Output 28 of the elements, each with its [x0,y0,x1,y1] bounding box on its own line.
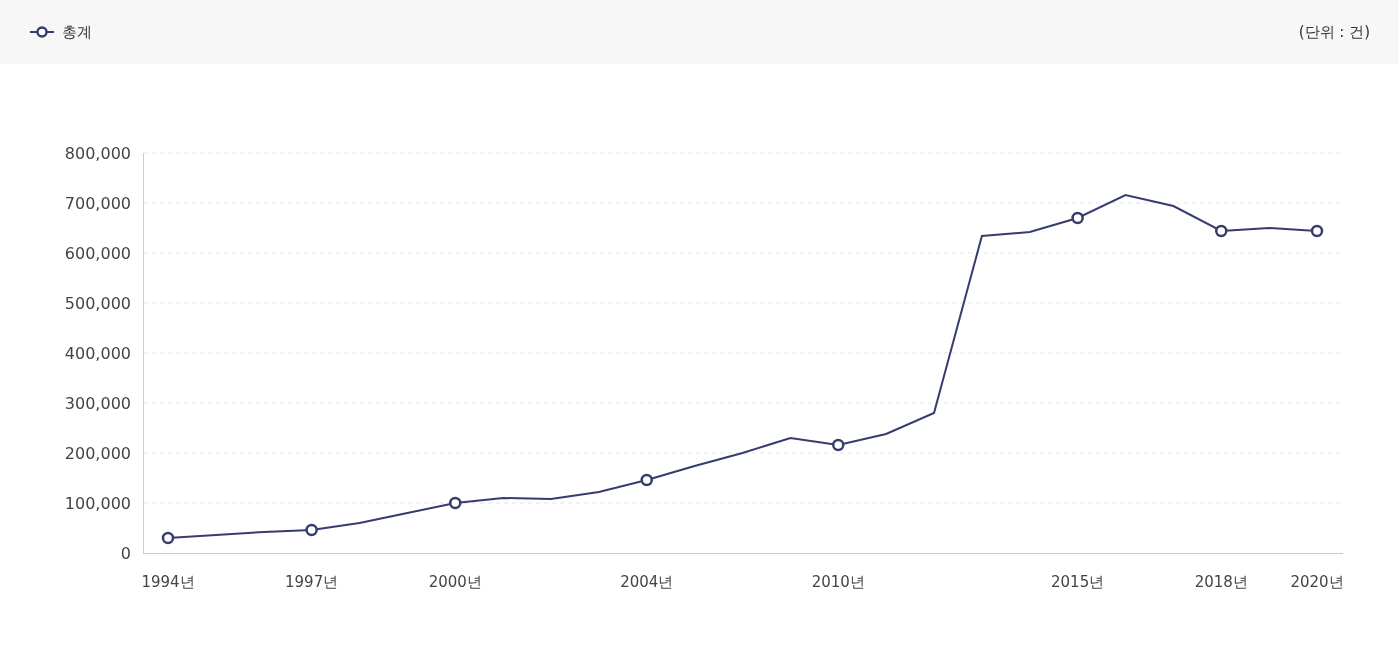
axis-label: 2000년 [428,573,482,591]
axis-label: 100,000 [64,494,131,513]
axis-label: 2018년 [1194,573,1248,591]
unit-label: (단위 : 건) [1298,22,1370,42]
axis-label: 300,000 [64,394,131,413]
data-point [1071,211,1084,225]
data-point [1215,224,1228,238]
data-point [832,438,845,452]
axis-label: 2010년 [811,573,865,591]
data-point [1310,224,1324,238]
axis-label: 200,000 [64,444,131,463]
data-point [305,523,318,537]
axis-label: 2020년 [1290,573,1344,591]
axis-label: 400,000 [64,344,131,363]
data-point [161,531,175,545]
axis-label: 1994년 [141,573,195,591]
axis-label: 500,000 [64,294,131,313]
axis-label: 700,000 [64,194,131,213]
axis-label: 2004년 [620,573,674,591]
axis-label: 0 [120,544,131,563]
legend-marker-icon [30,25,54,39]
data-point [640,473,653,487]
data-point [449,496,462,510]
axis-label: 1997년 [285,573,339,591]
axis-label: 800,000 [64,144,131,163]
axis-label: 600,000 [64,244,131,263]
axis-label: 2015년 [1051,573,1105,591]
legend-label: 총계 [62,22,92,42]
